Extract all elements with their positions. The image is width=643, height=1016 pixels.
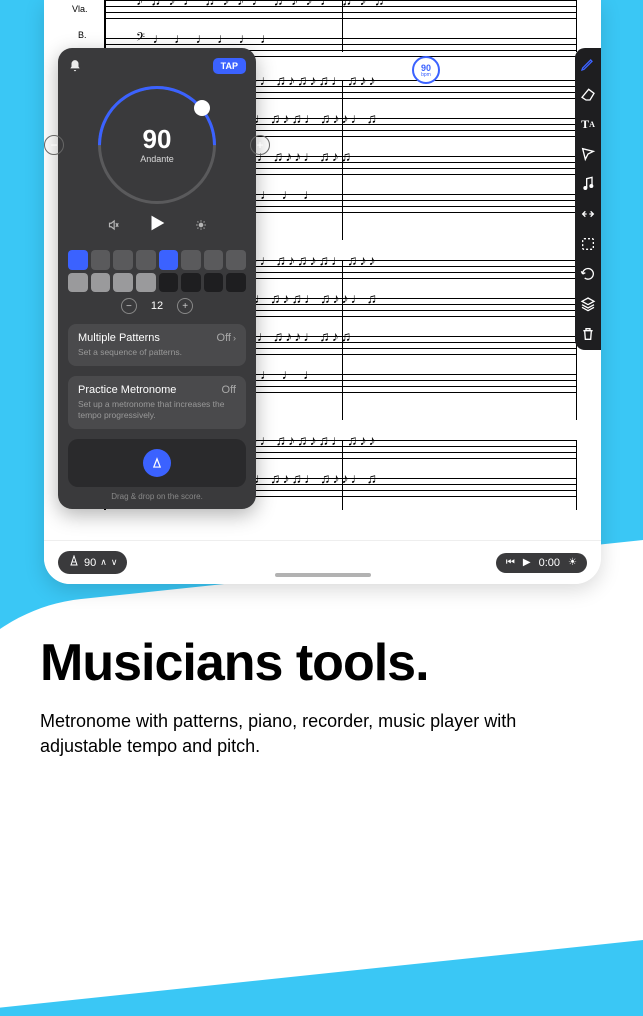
pattern-cell[interactable] — [113, 250, 133, 270]
pattern-cell[interactable] — [204, 273, 224, 293]
metronome-panel: TAP − 90 Andante + — [58, 48, 256, 509]
trash-icon[interactable] — [580, 326, 596, 342]
score-area[interactable]: Vla. B. ♪ ♫ ♪ ♩ ♫ ♪ ♪ ♩ ♫ ♪ ♪ ♩ ♫ ♪ ♫ 𝄢 … — [44, 0, 601, 540]
tempo-marker-bpm: 90 — [421, 63, 431, 73]
flash-icon[interactable] — [194, 218, 208, 235]
music-symbol-tool-icon[interactable] — [580, 176, 596, 192]
app-screen: Vla. B. ♪ ♫ ♪ ♩ ♫ ♪ ♪ ♩ ♫ ♪ ♪ ♩ ♫ ♪ ♫ 𝄢 … — [44, 0, 601, 584]
selection-tool-icon[interactable] — [580, 236, 596, 252]
chevron-right-icon: › — [233, 333, 236, 343]
option-value: Off — [217, 332, 231, 344]
pattern-cell[interactable] — [91, 250, 111, 270]
tempo-control-pill[interactable]: 90 ∧ ∨ — [58, 551, 127, 574]
tempo-marker[interactable]: 90 bpm — [412, 56, 440, 84]
player-control-pill[interactable]: ⏮ ▶ 0:00 ☀ — [496, 553, 587, 573]
play-icon[interactable]: ▶ — [523, 557, 531, 568]
pattern-cell[interactable] — [113, 273, 133, 293]
drop-hint: Drag & drop on the score. — [68, 492, 246, 501]
pattern-cell[interactable] — [204, 250, 224, 270]
pattern-cell[interactable] — [159, 273, 179, 293]
multiple-patterns-row[interactable]: Multiple Patterns Off › Set a sequence o… — [68, 324, 246, 366]
pattern-count: 12 — [151, 300, 163, 312]
tempo-name: Andante — [140, 154, 174, 164]
option-description: Set a sequence of patterns. — [78, 347, 236, 358]
pattern-cell[interactable] — [159, 250, 179, 270]
pattern-cell[interactable] — [226, 273, 246, 293]
tempo-decrease-button[interactable]: − — [44, 135, 64, 155]
chevron-up-icon[interactable]: ∧ — [100, 557, 107, 568]
marketing-copy: Musicians tools. Metronome with patterns… — [40, 636, 603, 759]
mute-icon[interactable] — [106, 218, 120, 235]
option-value: Off — [222, 384, 236, 396]
marketing-body: Metronome with patterns, piano, recorder… — [40, 709, 603, 759]
pattern-cell[interactable] — [68, 250, 88, 270]
option-title: Multiple Patterns — [78, 332, 160, 344]
play-button[interactable] — [146, 212, 168, 240]
playback-time: 0:00 — [539, 557, 560, 569]
annotation-toolbar: TA — [575, 48, 601, 350]
metronome-drop-icon[interactable] — [143, 449, 171, 477]
pattern-add-button[interactable]: + — [177, 298, 193, 314]
tempo-value: 90 — [84, 557, 96, 569]
drag-drop-widget[interactable] — [68, 439, 246, 487]
tempo-marker-unit: bpm — [421, 73, 431, 78]
previous-icon[interactable]: ⏮ — [506, 557, 515, 568]
tap-tempo-button[interactable]: TAP — [213, 58, 246, 74]
pattern-cell[interactable] — [181, 250, 201, 270]
metronome-icon — [68, 555, 80, 570]
instrument-label: B. — [78, 30, 87, 40]
tempo-increase-button[interactable]: + — [250, 135, 270, 155]
option-description: Set up a metronome that increases the te… — [78, 399, 236, 421]
instrument-label: Vla. — [72, 4, 88, 14]
text-tool-icon[interactable]: TA — [580, 116, 596, 132]
pattern-remove-button[interactable]: − — [121, 298, 137, 314]
beat-pattern-grid[interactable] — [68, 250, 246, 292]
bottom-toolbar: 90 ∧ ∨ ⏮ ▶ 0:00 ☀ — [44, 540, 601, 584]
option-title: Practice Metronome — [78, 384, 176, 396]
bell-icon[interactable] — [68, 59, 82, 73]
home-indicator — [275, 573, 371, 577]
chevron-down-icon[interactable]: ∨ — [111, 557, 118, 568]
marketing-headline: Musicians tools. — [40, 636, 603, 691]
pen-tool-icon[interactable] — [580, 56, 596, 72]
tempo-dial[interactable]: 90 Andante — [92, 80, 222, 210]
shape-tool-icon[interactable] — [580, 146, 596, 162]
practice-metronome-row[interactable]: Practice Metronome Off Set up a metronom… — [68, 376, 246, 429]
layers-icon[interactable] — [580, 296, 596, 312]
pattern-cell[interactable] — [226, 250, 246, 270]
eraser-tool-icon[interactable] — [580, 86, 596, 102]
bpm-value: 90 — [140, 126, 174, 152]
pattern-cell[interactable] — [91, 273, 111, 293]
brightness-icon[interactable]: ☀ — [568, 557, 577, 568]
link-tool-icon[interactable] — [580, 206, 596, 222]
pattern-cell[interactable] — [68, 273, 88, 293]
undo-icon[interactable] — [580, 266, 596, 282]
tempo-dial-knob[interactable] — [194, 100, 210, 116]
pattern-cell[interactable] — [136, 250, 156, 270]
pattern-cell[interactable] — [181, 273, 201, 293]
pattern-cell[interactable] — [136, 273, 156, 293]
